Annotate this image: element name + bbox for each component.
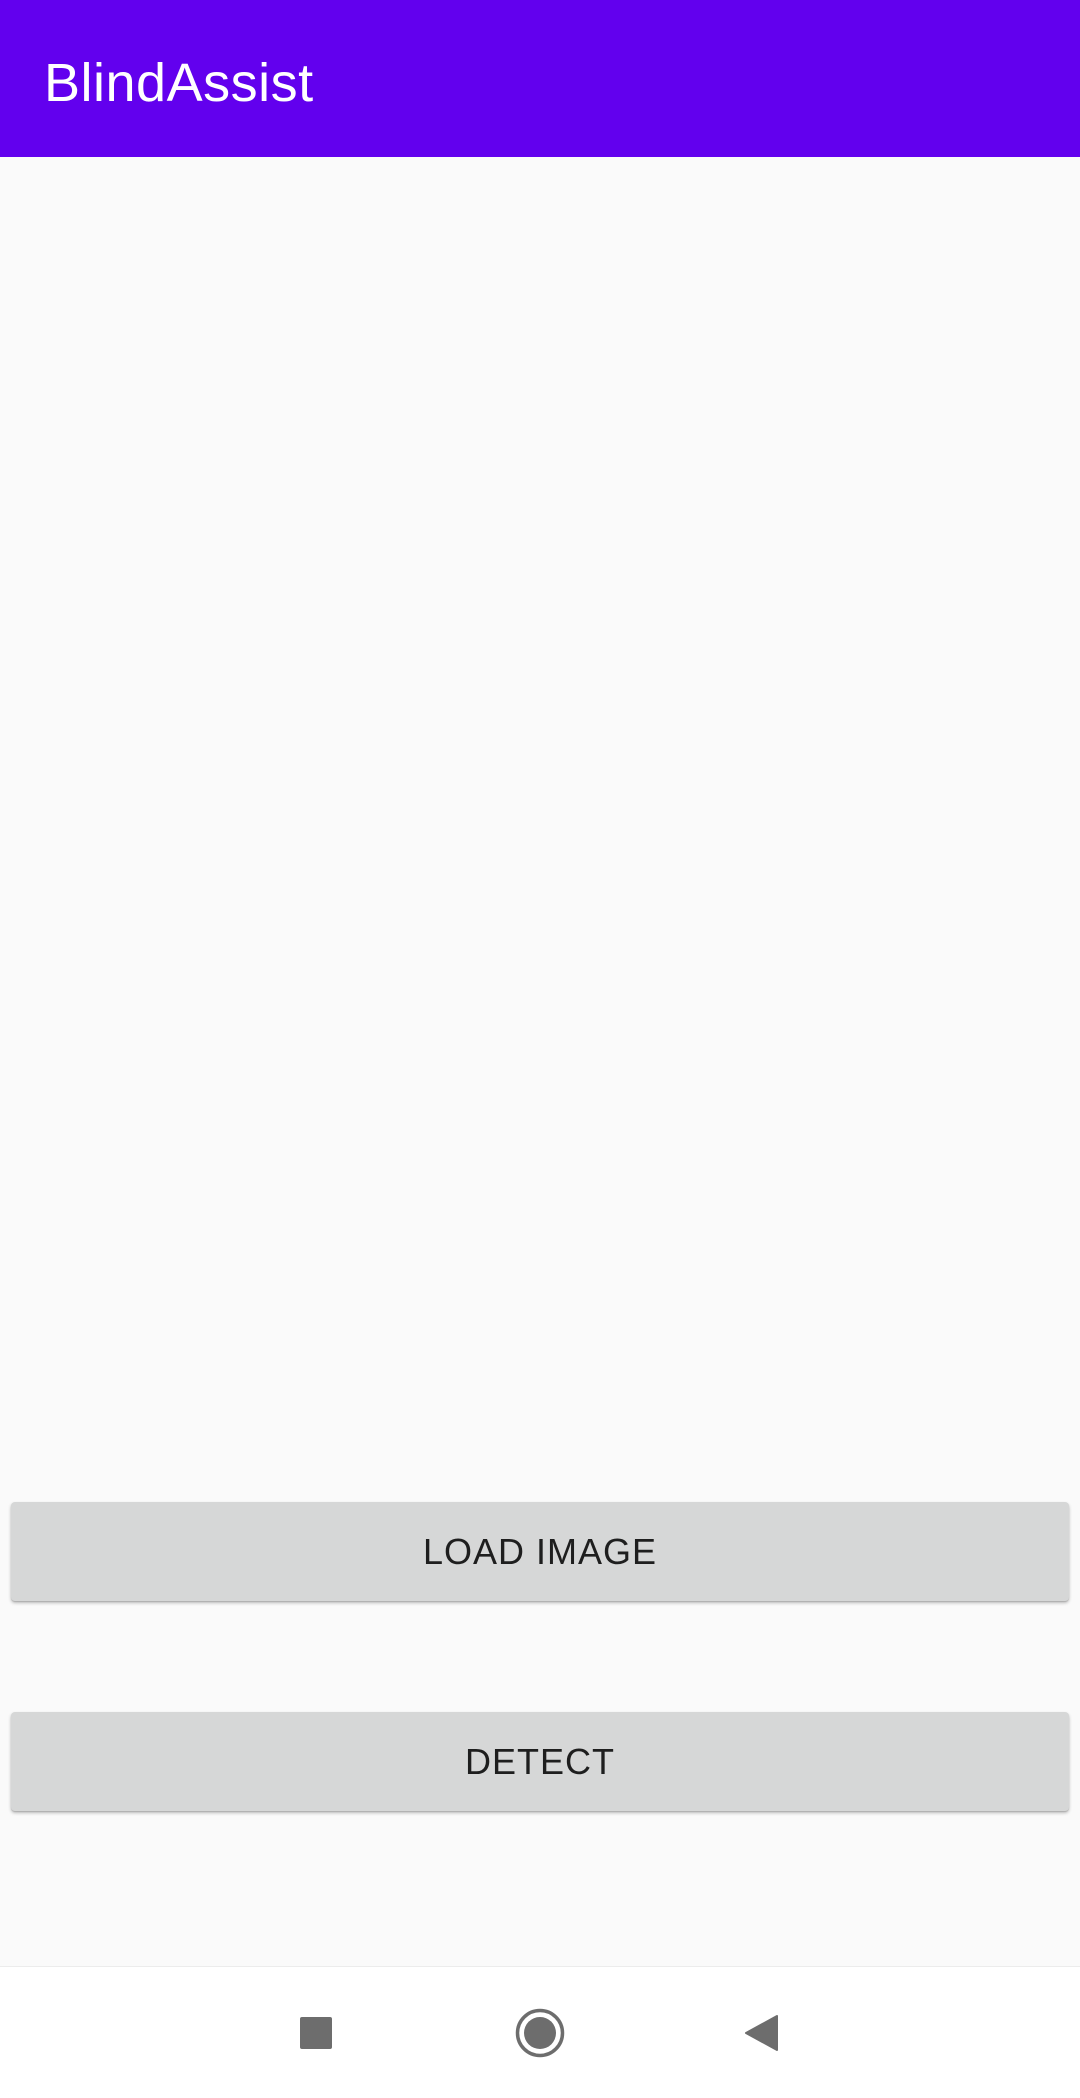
load-image-button[interactable]: LOAD IMAGE [11,1502,1069,1601]
app-title: BlindAssist [44,53,314,113]
home-button[interactable] [504,1997,576,2069]
recents-icon [300,2017,332,2049]
app-bar: BlindAssist [0,0,1080,157]
back-icon [745,2015,778,2051]
back-button[interactable] [725,1997,797,2069]
recents-button[interactable] [280,1997,352,2069]
main-content-area [0,157,1080,1966]
home-icon [515,2008,565,2058]
system-navigation-bar [0,1966,1080,2098]
detect-button[interactable]: DETECT [11,1712,1069,1811]
